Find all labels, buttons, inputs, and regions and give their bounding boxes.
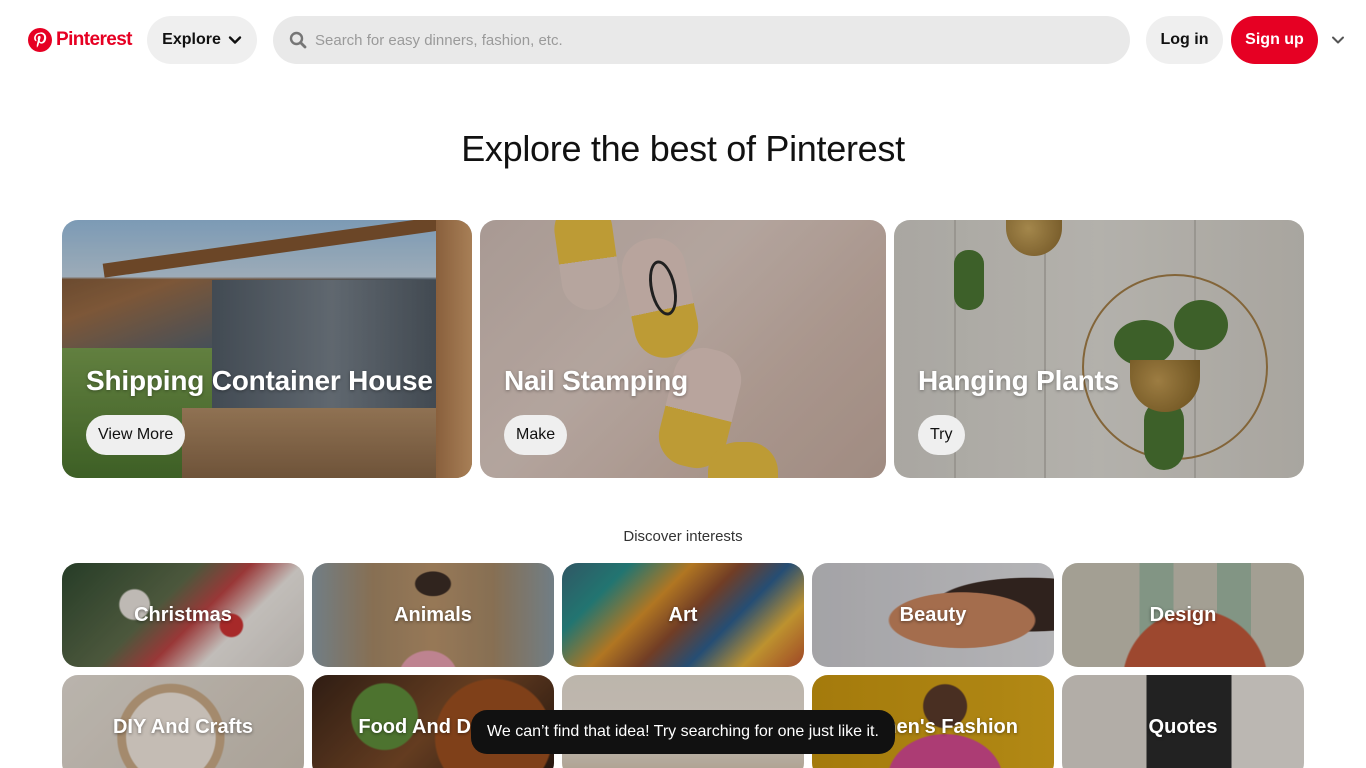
top-nav: Pinterest Explore Log in Sign up	[0, 0, 1366, 80]
feature-card-title: Hanging Plants	[918, 365, 1119, 396]
interest-tile-christmas[interactable]: Christmas	[62, 563, 304, 667]
interest-tile-animals[interactable]: Animals	[312, 563, 554, 667]
interest-label: Design	[1149, 603, 1217, 626]
interest-tile-diy-and-crafts[interactable]: DIY And Crafts	[62, 675, 304, 768]
search-input[interactable]	[315, 25, 1095, 55]
discover-interests-heading: Discover interests	[623, 528, 743, 545]
signup-button[interactable]: Sign up	[1231, 16, 1318, 64]
interest-label: Quotes	[1148, 715, 1218, 738]
interest-label: Art	[668, 603, 698, 626]
interest-tile-quotes[interactable]: Quotes	[1062, 675, 1304, 768]
search-icon	[289, 31, 307, 49]
more-options-button[interactable]	[1326, 30, 1350, 50]
feature-card-nail-stamping[interactable]: Nail Stamping Make	[480, 220, 886, 478]
page-title: Explore the best of Pinterest	[461, 128, 905, 169]
interest-tile-beauty[interactable]: Beauty	[812, 563, 1054, 667]
make-button[interactable]: Make	[504, 415, 568, 455]
chevron-down-icon	[1332, 36, 1344, 44]
logo-wordmark: Pinterest	[56, 29, 133, 50]
interest-label: Christmas	[134, 603, 232, 626]
view-more-button[interactable]: View More	[86, 415, 186, 455]
login-button[interactable]: Log in	[1146, 16, 1223, 64]
interest-tile-art[interactable]: Art	[562, 563, 804, 667]
error-toast: We can’t find that idea! Try searching f…	[471, 710, 895, 754]
interest-tile-design[interactable]: Design	[1062, 563, 1304, 667]
feature-card-hanging-plants[interactable]: Hanging Plants Try	[894, 220, 1304, 478]
interest-label: Beauty	[899, 603, 967, 626]
search-bar[interactable]	[273, 16, 1130, 64]
feature-card-shipping-container-house[interactable]: Shipping Container House View More	[62, 220, 472, 478]
interest-label: Animals	[394, 603, 472, 626]
chevron-down-icon	[228, 36, 242, 44]
pinterest-logo-icon	[28, 28, 52, 52]
pinterest-logo[interactable]: Pinterest	[28, 27, 133, 53]
explore-button[interactable]: Explore	[147, 16, 257, 64]
explore-label: Explore	[162, 31, 221, 48]
feature-card-title: Nail Stamping	[504, 365, 689, 396]
interest-label: DIY And Crafts	[112, 715, 254, 738]
feature-card-title: Shipping Container House	[86, 365, 433, 396]
try-button[interactable]: Try	[918, 415, 965, 455]
